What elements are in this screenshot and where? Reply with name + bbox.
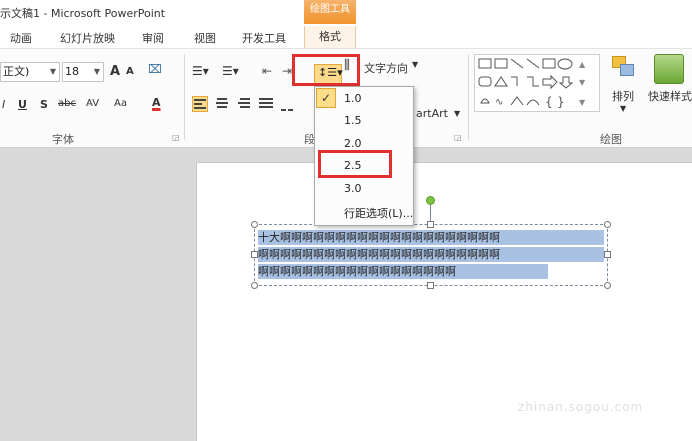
watermark-url: zhinan.sogou.com (518, 400, 644, 414)
tab-animations[interactable]: 动画 (10, 30, 32, 46)
menu-item-1-5[interactable]: 1.5 (344, 114, 362, 127)
dialog-launcher-icon[interactable]: ◲ (172, 133, 180, 142)
svg-text:▼: ▼ (579, 98, 586, 107)
chevron-down-icon[interactable]: ▼ (412, 60, 418, 69)
resize-handle-top[interactable] (427, 221, 434, 228)
increase-indent-icon[interactable]: ⇥ (282, 64, 292, 78)
group-separator (184, 54, 185, 140)
text-line-3[interactable]: 啊啊啊啊啊啊啊啊啊啊啊啊啊啊啊啊啊啊 (258, 264, 548, 279)
text-line-2[interactable]: 啊啊啊啊啊啊啊啊啊啊啊啊啊啊啊啊啊啊啊啊啊啊 (258, 247, 604, 262)
menu-item-2-0[interactable]: 2.0 (344, 137, 362, 150)
watermark-brand: 搜狗指南 (552, 364, 665, 394)
quick-styles-icon[interactable] (654, 54, 684, 84)
watermark-logo-icon: S (514, 360, 544, 390)
char-spacing-button[interactable]: AV (86, 98, 99, 109)
resize-handle-bottom-right[interactable] (604, 282, 611, 289)
smartart-label[interactable]: artArt (416, 107, 448, 120)
font-group-label: 字体 (52, 133, 74, 146)
font-size-value: 18 (65, 65, 79, 78)
tab-view[interactable]: 视图 (194, 30, 216, 46)
menu-item-line-options[interactable]: 行距选项(L)... (344, 205, 413, 221)
text-direction-label[interactable]: 文字方向 (364, 60, 408, 76)
drawing-group-label: 绘图 (600, 133, 622, 146)
shapes-icons: ∿ { } ▲ ▼ ▼ (478, 58, 586, 109)
svg-text:▲: ▲ (579, 60, 586, 69)
change-case-button[interactable]: Aa (114, 98, 127, 109)
tab-developer[interactable]: 开发工具 (242, 30, 286, 46)
resize-handle-top-right[interactable] (604, 221, 611, 228)
menu-item-1-0[interactable]: 1.0 (344, 92, 362, 105)
text-direction-icon[interactable]: ⫼ (344, 58, 350, 73)
chevron-down-icon: ▼ (49, 67, 56, 76)
chevron-down-icon: ▼ (93, 67, 100, 76)
svg-text:}: } (557, 95, 565, 109)
chevron-down-icon[interactable]: ▼ (454, 109, 460, 118)
highlight-box (318, 150, 392, 178)
menu-item-3-0[interactable]: 3.0 (344, 182, 362, 195)
text-line-1[interactable]: 十大啊啊啊啊啊啊啊啊啊啊啊啊啊啊啊啊啊啊啊啊 (258, 230, 604, 245)
checkmark-icon: ✓ (316, 88, 336, 108)
grow-font-button[interactable]: A (110, 64, 120, 79)
group-separator (468, 54, 469, 140)
resize-handle-bottom-left[interactable] (251, 282, 258, 289)
quick-styles-label[interactable]: 快速样式 (648, 88, 692, 104)
svg-text:∿: ∿ (495, 97, 503, 108)
shadow-button[interactable]: S (40, 98, 48, 111)
clear-format-icon[interactable]: ⌧ (148, 62, 162, 76)
columns-button[interactable] (280, 96, 296, 112)
context-tool-label: 绘图工具 (304, 0, 356, 24)
justify-button[interactable] (258, 96, 274, 112)
align-center-button[interactable] (214, 96, 230, 112)
shrink-font-button[interactable]: A (126, 66, 134, 77)
tab-review[interactable]: 审阅 (142, 30, 164, 46)
arrange-icon[interactable] (610, 52, 636, 80)
align-left-button[interactable] (192, 96, 208, 112)
shapes-gallery[interactable]: ∿ { } ▲ ▼ ▼ (474, 54, 600, 112)
svg-text:▼: ▼ (579, 78, 586, 87)
font-size-combo[interactable]: 18 ▼ (62, 62, 104, 82)
resize-handle-top-left[interactable] (251, 221, 258, 228)
underline-button[interactable]: U (18, 98, 27, 111)
font-name-value: 正文) (3, 65, 30, 78)
svg-text:{: { (545, 95, 553, 109)
resize-handle-left[interactable] (251, 251, 258, 258)
window-title: 示文稿1 - Microsoft PowerPoint (0, 7, 166, 20)
ribbon-tabs: 动画 幻灯片放映 审阅 视图 开发工具 格式 (0, 26, 692, 48)
tab-slideshow[interactable]: 幻灯片放映 (60, 30, 115, 46)
resize-handle-bottom[interactable] (427, 282, 434, 289)
dialog-launcher-icon[interactable]: ◲ (454, 133, 462, 142)
arrange-label[interactable]: 排列 (612, 88, 634, 104)
tab-format[interactable]: 格式 (304, 26, 356, 48)
italic-button[interactable]: I (2, 98, 5, 111)
chevron-down-icon[interactable]: ▼ (620, 104, 626, 113)
rotation-handle[interactable] (426, 196, 435, 205)
decrease-indent-icon[interactable]: ⇤ (262, 64, 272, 78)
bullets-icon[interactable]: ☰▾ (192, 64, 209, 78)
font-name-combo[interactable]: 正文) ▼ (0, 62, 60, 82)
numbering-icon[interactable]: ☰▾ (222, 64, 239, 78)
resize-handle-right[interactable] (604, 251, 611, 258)
align-right-button[interactable] (236, 96, 252, 112)
font-color-button[interactable]: A (152, 96, 161, 109)
strikethrough-button[interactable]: abc (58, 98, 76, 109)
